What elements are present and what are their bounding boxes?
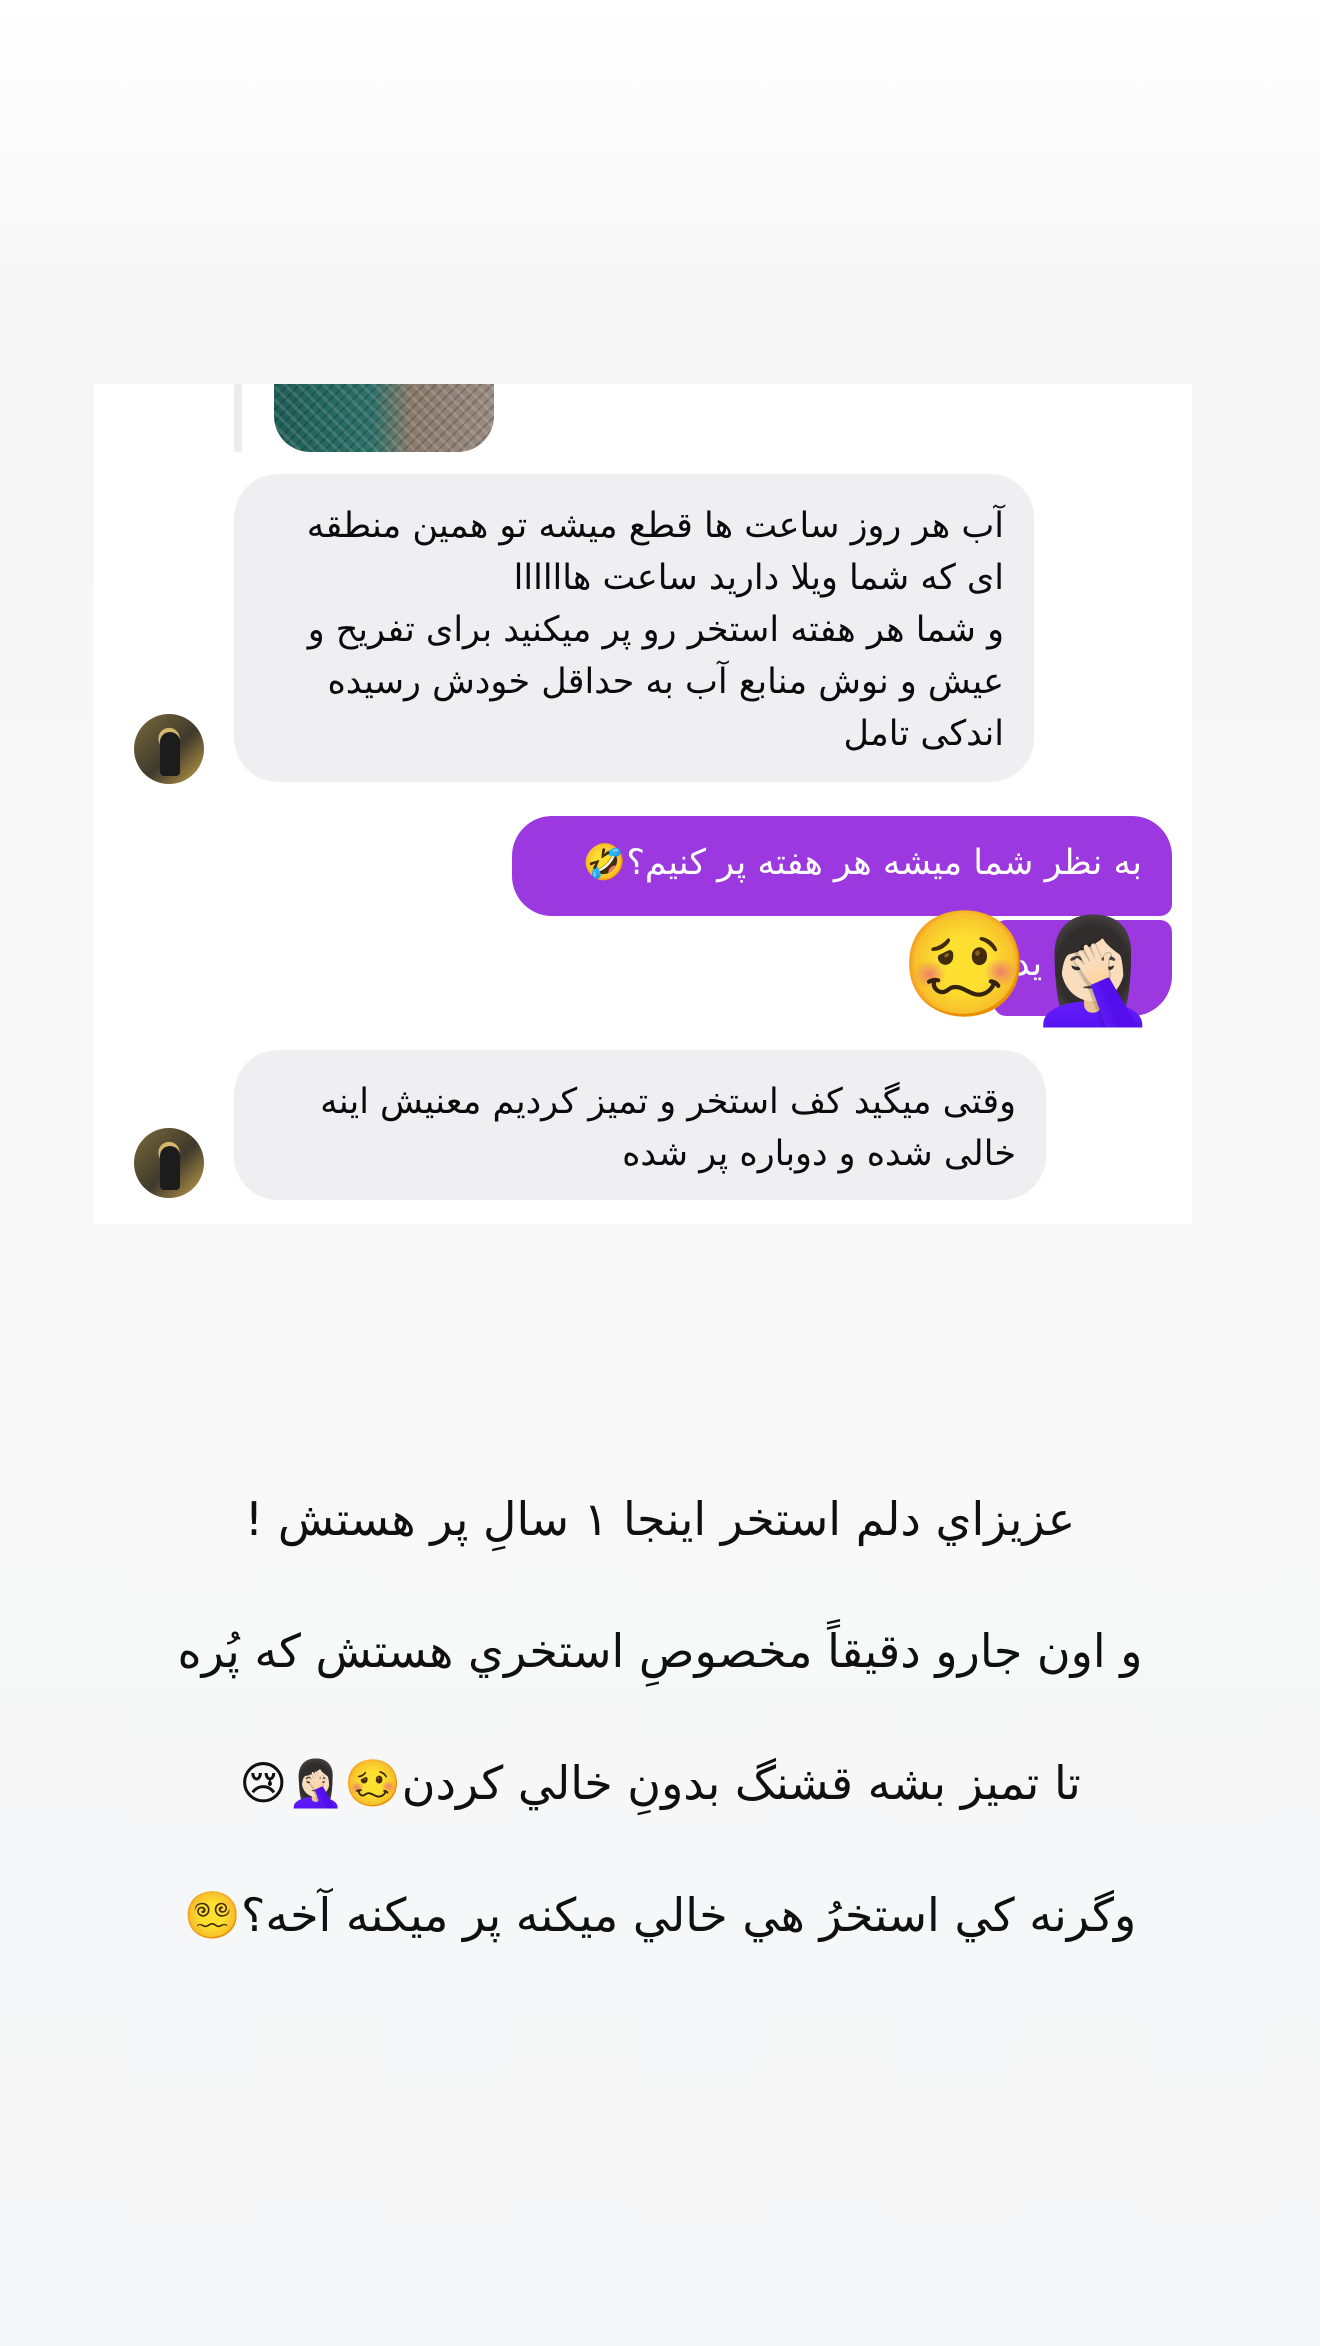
incoming-message-bubble: آب هر روز ساعت ها قطع میشه تو همین منطقه… (234, 474, 1034, 782)
woozy-face-reaction-icon: 🥴 (900, 903, 1030, 1025)
shared-photo-thumbnail[interactable] (274, 384, 494, 452)
caption-line: عزيزاي دلم استخر اينجا ١ سالِ پر هستش ! (244, 1492, 1076, 1546)
chat-screenshot: آب هر روز ساعت ها قطع میشه تو همین منطقه… (94, 384, 1192, 1224)
facepalm-reaction-icon: 🤦🏻‍♀️ (1028, 909, 1158, 1031)
reply-thread-line (234, 384, 242, 452)
sender-avatar-2[interactable] (134, 1128, 204, 1198)
outgoing-message-bubble: به نظر شما میشه هر هفته پر کنیم؟🤣 (512, 816, 1172, 916)
incoming-message-bubble-2: وقتی میگید کف استخر و تمیز کردیم معنیش ا… (234, 1050, 1046, 1200)
story-caption: عزيزاي دلم استخر اينجا ١ سالِ پر هستش ! … (60, 1420, 1260, 2014)
sender-avatar[interactable] (134, 714, 204, 784)
caption-line: وگرنه كي استخرُ هي خالي ميكنه پر ميكنه آ… (183, 1888, 1137, 1942)
caption-line: تا تميز بشه قشنگ بدونِ خالي كردن🥴🤦🏻‍♀️😢 (239, 1756, 1081, 1810)
caption-line: و اون جارو دقيقاً مخصوصِ استخري هستش كه … (177, 1624, 1143, 1678)
